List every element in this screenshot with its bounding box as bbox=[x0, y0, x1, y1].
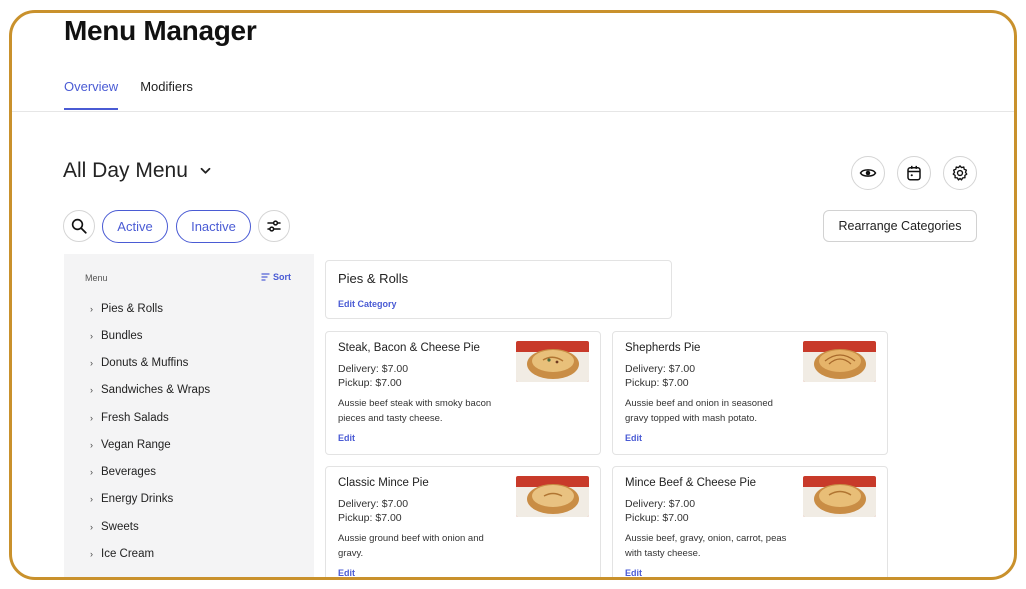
page-title: Menu Manager bbox=[64, 15, 257, 46]
chevron-right-icon: › bbox=[90, 413, 93, 423]
filter-active-button[interactable]: Active bbox=[102, 210, 168, 243]
item-pickup-price: Pickup: $7.00 bbox=[625, 377, 689, 389]
search-button[interactable] bbox=[63, 210, 95, 242]
menu-item-card[interactable]: Classic Mince Pie Delivery: $7.00 Pickup… bbox=[325, 466, 601, 577]
sort-label: Sort bbox=[273, 272, 291, 282]
menu-item-card[interactable]: Steak, Bacon & Cheese Pie Delivery: $7.0… bbox=[325, 331, 601, 455]
sidebar-item-label: Pies & Rolls bbox=[101, 303, 163, 315]
chevron-right-icon: › bbox=[90, 494, 93, 504]
preview-button[interactable] bbox=[851, 156, 885, 190]
sidebar-item-fresh-salads[interactable]: › Fresh Salads bbox=[90, 412, 169, 424]
category-sidebar: Menu Sort › Pies & Rolls › Bundles › Donuts… bbox=[64, 254, 314, 577]
sidebar-item-energy-drinks[interactable]: › Energy Drinks bbox=[90, 493, 173, 505]
tab-modifiers[interactable]: Modifiers bbox=[140, 79, 193, 110]
settings-button[interactable] bbox=[943, 156, 977, 190]
chevron-right-icon: › bbox=[90, 522, 93, 532]
chevron-right-icon: › bbox=[90, 358, 93, 368]
sidebar-item-bundles[interactable]: › Bundles bbox=[90, 330, 143, 342]
item-photo bbox=[516, 476, 589, 517]
filter-inactive-button[interactable]: Inactive bbox=[176, 210, 251, 243]
item-name: Classic Mince Pie bbox=[338, 477, 429, 489]
chevron-right-icon: › bbox=[90, 385, 93, 395]
item-delivery-price: Delivery: $7.00 bbox=[625, 363, 696, 375]
category-name: Pies & Rolls bbox=[338, 271, 409, 286]
item-pickup-price: Pickup: $7.00 bbox=[338, 377, 402, 389]
category-card: Pies & Rolls Edit Category bbox=[325, 260, 672, 319]
menu-item-card[interactable]: Shepherds Pie Delivery: $7.00 Pickup: $7… bbox=[612, 331, 888, 455]
sidebar-item-label: Vegan Range bbox=[101, 439, 171, 451]
edit-item-link[interactable]: Edit bbox=[625, 568, 642, 577]
chevron-right-icon: › bbox=[90, 304, 93, 314]
sort-icon bbox=[261, 273, 270, 281]
sidebar-item-label: Beverages bbox=[101, 466, 156, 478]
tabs-divider bbox=[12, 111, 1014, 112]
app-frame: Menu Manager Overview Modifiers All Day … bbox=[9, 10, 1017, 580]
item-photo bbox=[803, 476, 876, 517]
sliders-icon bbox=[267, 220, 281, 232]
item-delivery-price: Delivery: $7.00 bbox=[338, 363, 409, 375]
item-description: Aussie beef steak with smoky bacon piece… bbox=[338, 398, 492, 424]
filter-options-button[interactable] bbox=[258, 210, 290, 242]
edit-item-link[interactable]: Edit bbox=[338, 568, 355, 577]
chevron-down-icon bbox=[200, 164, 211, 178]
item-pickup-price: Pickup: $7.00 bbox=[338, 512, 402, 524]
item-description: Aussie beef and onion in seasoned gravy … bbox=[625, 398, 773, 424]
sidebar-item-sweets[interactable]: › Sweets bbox=[90, 521, 139, 533]
sidebar-item-ice-cream[interactable]: › Ice Cream bbox=[90, 548, 154, 560]
item-description: Aussie ground beef with onion and gravy. bbox=[338, 533, 484, 559]
chevron-right-icon: › bbox=[90, 549, 93, 559]
menu-selector[interactable]: All Day Menu bbox=[63, 159, 211, 183]
item-name: Mince Beef & Cheese Pie bbox=[625, 477, 757, 489]
sidebar-item-label: Sweets bbox=[101, 521, 139, 533]
sidebar-item-label: Bundles bbox=[101, 330, 143, 342]
item-description: Aussie beef, gravy, onion, carrot, peas … bbox=[625, 533, 787, 559]
eye-icon bbox=[859, 169, 877, 177]
item-name: Shepherds Pie bbox=[625, 342, 701, 354]
schedule-button[interactable] bbox=[897, 156, 931, 190]
edit-item-link[interactable]: Edit bbox=[338, 433, 355, 443]
sidebar-item-label: Energy Drinks bbox=[101, 493, 174, 505]
item-photo bbox=[803, 341, 876, 382]
edit-item-link[interactable]: Edit bbox=[625, 433, 642, 443]
menu-manager-page: Menu Manager Overview Modifiers All Day … bbox=[12, 13, 1014, 577]
item-pickup-price: Pickup: $7.00 bbox=[625, 512, 689, 524]
item-delivery-price: Delivery: $7.00 bbox=[625, 498, 696, 510]
chevron-right-icon: › bbox=[90, 467, 93, 477]
sort-button[interactable]: Sort bbox=[261, 272, 291, 282]
gear-icon bbox=[952, 165, 968, 181]
tab-bar: Overview Modifiers bbox=[64, 79, 193, 110]
rearrange-categories-button[interactable]: Rearrange Categories bbox=[823, 210, 977, 242]
menu-title: All Day Menu bbox=[63, 159, 188, 182]
item-delivery-price: Delivery: $7.00 bbox=[338, 498, 409, 510]
sidebar-item-label: Fresh Salads bbox=[101, 412, 169, 424]
chevron-right-icon: › bbox=[90, 440, 93, 450]
sidebar-item-vegan-range[interactable]: › Vegan Range bbox=[90, 439, 171, 451]
sidebar-item-beverages[interactable]: › Beverages bbox=[90, 466, 156, 478]
sidebar-item-donuts-muffins[interactable]: › Donuts & Muffins bbox=[90, 357, 188, 369]
tab-overview[interactable]: Overview bbox=[64, 79, 119, 110]
sidebar-item-label: Sandwiches & Wraps bbox=[101, 384, 211, 396]
menu-item-card[interactable]: Mince Beef & Cheese Pie Delivery: $7.00 … bbox=[612, 466, 888, 577]
edit-category-link[interactable]: Edit Category bbox=[338, 299, 397, 309]
search-icon bbox=[71, 218, 87, 234]
sidebar-item-sandwiches-wraps[interactable]: › Sandwiches & Wraps bbox=[90, 384, 210, 396]
item-photo bbox=[516, 341, 589, 382]
sidebar-item-label: Donuts & Muffins bbox=[101, 357, 189, 369]
calendar-icon bbox=[907, 165, 921, 181]
chevron-right-icon: › bbox=[90, 331, 93, 341]
sidebar-item-pies-rolls[interactable]: › Pies & Rolls bbox=[90, 303, 163, 315]
item-name: Steak, Bacon & Cheese Pie bbox=[338, 342, 480, 354]
sidebar-heading: Menu bbox=[85, 273, 108, 283]
sidebar-item-label: Ice Cream bbox=[101, 548, 155, 560]
